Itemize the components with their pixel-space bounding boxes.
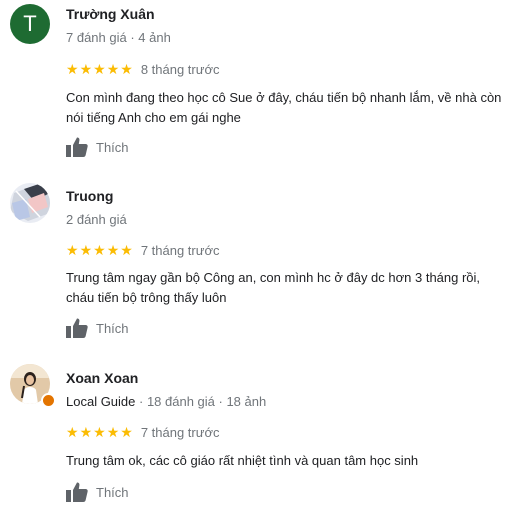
star-icon: ★ [66, 242, 79, 258]
star-rating: ★ ★ ★ ★ ★ [66, 243, 133, 257]
star-icon: ★ [93, 61, 106, 77]
reviewer-meta: 2 đánh giá [66, 212, 127, 227]
review-text-line: Trung tâm ngay gần bộ Công an, con mình … [66, 270, 481, 285]
like-label: Thích [96, 320, 129, 336]
star-icon: ★ [79, 242, 93, 258]
local-guide-badge-icon [41, 393, 56, 408]
review-text: Trung tâm ngay gần bộ Công an, con mình … [66, 268, 506, 308]
star-icon: ★ [120, 61, 133, 77]
review-text-line: Trung tâm ok, các cô giáo rất nhiệt tình… [66, 453, 419, 468]
reviewer-meta: 7 đánh giá · 4 ảnh [66, 30, 171, 45]
review-text: Con mình đang theo học cô Sue ở đây, chá… [66, 88, 506, 128]
reviewer-name[interactable]: Xoan Xoan [66, 370, 138, 386]
star-icon: ★ [93, 424, 106, 440]
avatar-letter: T [23, 11, 37, 36]
star-icon: ★ [66, 61, 79, 77]
star-icon: ★ [120, 424, 133, 440]
like-button[interactable]: Thích [66, 137, 129, 157]
avatar-photo [10, 183, 50, 223]
reviewer-meta: Local Guide · 18 đánh giá · 18 ảnh [66, 394, 266, 409]
review-time: 8 tháng trước [140, 61, 220, 77]
review-time: 7 tháng trước [140, 424, 220, 440]
star-icon: ★ [93, 242, 106, 258]
star-icon: ★ [66, 424, 79, 440]
star-rating: ★ ★ ★ ★ ★ [66, 62, 133, 76]
star-icon: ★ [120, 242, 133, 258]
thumbs-up-icon [66, 137, 88, 157]
rating-row: ★ ★ ★ ★ ★ 8 tháng trước [66, 61, 219, 77]
star-icon: ★ [106, 424, 120, 440]
avatar[interactable]: T [10, 4, 50, 44]
star-icon: ★ [79, 61, 93, 77]
like-button[interactable]: Thích [66, 482, 129, 502]
review-time: 7 tháng trước [140, 242, 220, 258]
reviewer-name[interactable]: Truong [66, 188, 113, 204]
review-text-line: nói tiếng Anh cho em gái nghe [66, 110, 241, 125]
star-icon: ★ [106, 242, 120, 258]
review-text: Trung tâm ok, các cô giáo rất nhiệt tình… [66, 451, 506, 471]
reviewer-name[interactable]: Trường Xuân [66, 6, 155, 22]
thumbs-up-icon [66, 482, 88, 502]
thumbs-up-icon [66, 318, 88, 338]
like-label: Thích [96, 484, 129, 500]
star-icon: ★ [106, 61, 120, 77]
like-label: Thích [96, 139, 129, 155]
rating-row: ★ ★ ★ ★ ★ 7 tháng trước [66, 424, 219, 440]
reviewer-meta-counts: · 18 đánh giá · 18 ảnh [135, 394, 267, 409]
avatar[interactable] [10, 183, 50, 223]
star-rating: ★ ★ ★ ★ ★ [66, 425, 133, 439]
local-guide-label: Local Guide [66, 394, 136, 409]
rating-row: ★ ★ ★ ★ ★ 7 tháng trước [66, 242, 219, 258]
review-text-line: Con mình đang theo học cô Sue ở đây, chá… [66, 90, 502, 105]
star-icon: ★ [79, 424, 93, 440]
review-text-line: cháu tiến bộ trông thấy luôn [66, 290, 227, 305]
like-button[interactable]: Thích [66, 318, 129, 338]
